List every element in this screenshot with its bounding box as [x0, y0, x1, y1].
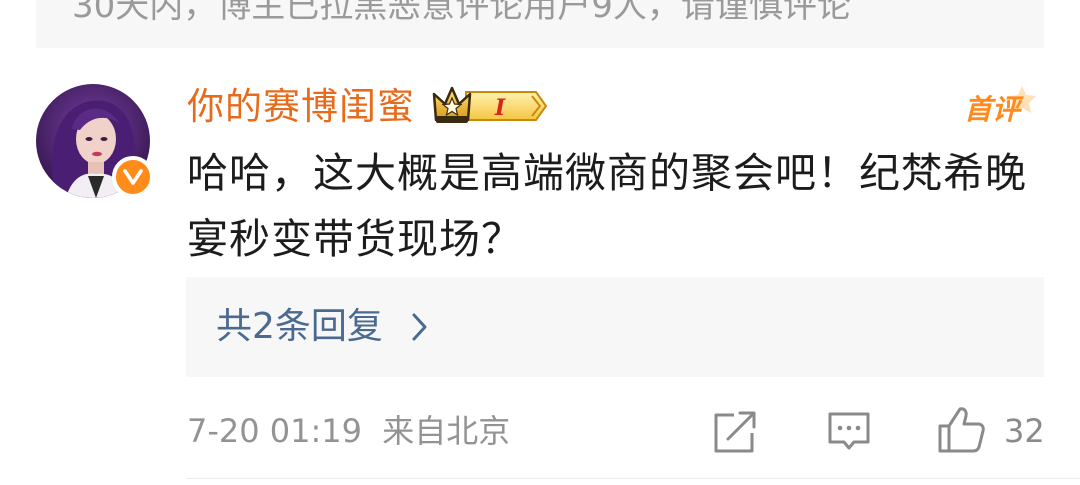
comment-notice-banner: 30天内，博主已拉黑恶意评论用户9人，请谨慎评论	[36, 0, 1044, 48]
verified-v-icon	[112, 156, 154, 198]
replies-count-link[interactable]: 共2条回复	[216, 304, 383, 350]
comment-meta: 7-20 01:19 来自北京	[187, 409, 510, 453]
replies-preview[interactable]: 共2条回复	[186, 277, 1044, 377]
comment-icon[interactable]	[826, 404, 872, 456]
avatar[interactable]	[36, 84, 154, 198]
first-comment-label: 首评	[964, 93, 1021, 126]
comment-text: 哈哈，这大概是高端微商的聚会吧！纪梵希晚宴秒变带货现场？	[187, 149, 1027, 263]
chevron-right-icon	[412, 313, 427, 341]
crown-vip-icon[interactable]: I	[432, 84, 550, 128]
comment-timestamp: 7-20 01:19	[187, 412, 363, 450]
share-icon[interactable]	[712, 404, 756, 456]
comment-location: 来自北京	[382, 412, 511, 450]
first-comment-badge: 首评	[960, 82, 1044, 130]
vip-level-text: I	[494, 95, 506, 121]
username-link[interactable]: 你的赛博闺蜜	[187, 82, 415, 132]
like-count: 32	[1004, 412, 1045, 450]
divider	[186, 478, 1080, 479]
notice-text: 30天内，博主已拉黑恶意评论用户9人，请谨慎评论	[72, 0, 851, 26]
thumbs-up-icon[interactable]	[936, 404, 986, 456]
